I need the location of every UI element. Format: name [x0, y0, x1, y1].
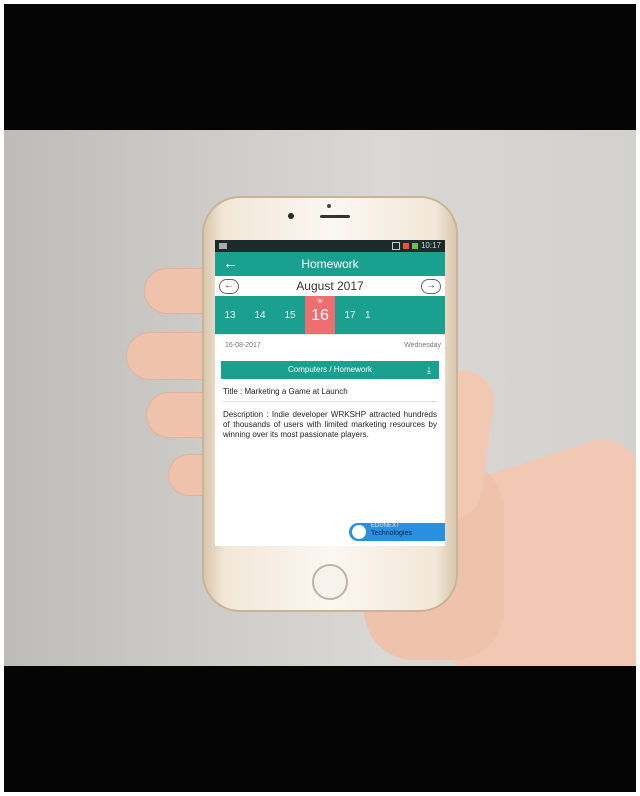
home-button[interactable] [312, 564, 348, 600]
subject-header: Computers / Homework ⤓ [221, 361, 439, 379]
image-frame: 10:17 ← Homework ← August 2017 → 13 14 1… [4, 4, 636, 792]
day-15[interactable]: 15 [275, 310, 305, 321]
photo-background: 10:17 ← Homework ← August 2017 → 13 14 1… [4, 130, 636, 666]
app-notification-icon [402, 243, 409, 249]
download-icon[interactable]: ⤓ [427, 361, 431, 379]
brand-logo-icon [352, 525, 366, 539]
month-navigator: ← August 2017 → [215, 276, 445, 296]
app-bar: ← Homework [215, 252, 445, 276]
speaker-grill [320, 215, 350, 218]
entry-date: 16-08-2017 [225, 342, 261, 349]
homework-description: Description : Indie developer WRKSHP att… [223, 410, 437, 439]
sensor-dot [327, 204, 331, 208]
brand-line2: Technologies [371, 530, 412, 537]
brand-line1: EDUNEXT [371, 523, 400, 529]
entry-weekday: Wednesday [404, 342, 441, 349]
day-superscript: W [317, 299, 323, 305]
day-strip: 13 14 15 W 16 17 1 [215, 296, 445, 334]
brand-badge: EDUNEXT Technologies [349, 523, 445, 541]
subject-label: Computers / Homework [287, 365, 373, 374]
phone-device: 10:17 ← Homework ← August 2017 → 13 14 1… [204, 198, 456, 610]
alarm-icon [391, 242, 400, 250]
page-title: Homework [301, 257, 359, 271]
notification-icon [219, 243, 227, 249]
homework-card: 16-08-2017 Wednesday Computers / Homewor… [215, 334, 445, 546]
front-camera [288, 213, 294, 219]
day-14[interactable]: 14 [245, 310, 275, 321]
phone-screen: 10:17 ← Homework ← August 2017 → 13 14 1… [215, 240, 445, 546]
day-partial[interactable]: 1 [365, 310, 379, 321]
day-17[interactable]: 17 [335, 310, 365, 321]
day-selected[interactable]: W 16 [305, 296, 335, 334]
status-bar: 10:17 [215, 240, 445, 252]
day-13[interactable]: 13 [215, 310, 245, 321]
signal-icon [411, 243, 418, 249]
arrow-right-circle-icon[interactable]: → [421, 279, 441, 294]
month-label: August 2017 [296, 279, 364, 293]
day-16: 16 [311, 307, 329, 324]
status-time: 10:17 [420, 241, 441, 250]
homework-title: Title : Marketing a Game at Launch [223, 387, 437, 402]
date-row: 16-08-2017 Wednesday [215, 335, 445, 349]
